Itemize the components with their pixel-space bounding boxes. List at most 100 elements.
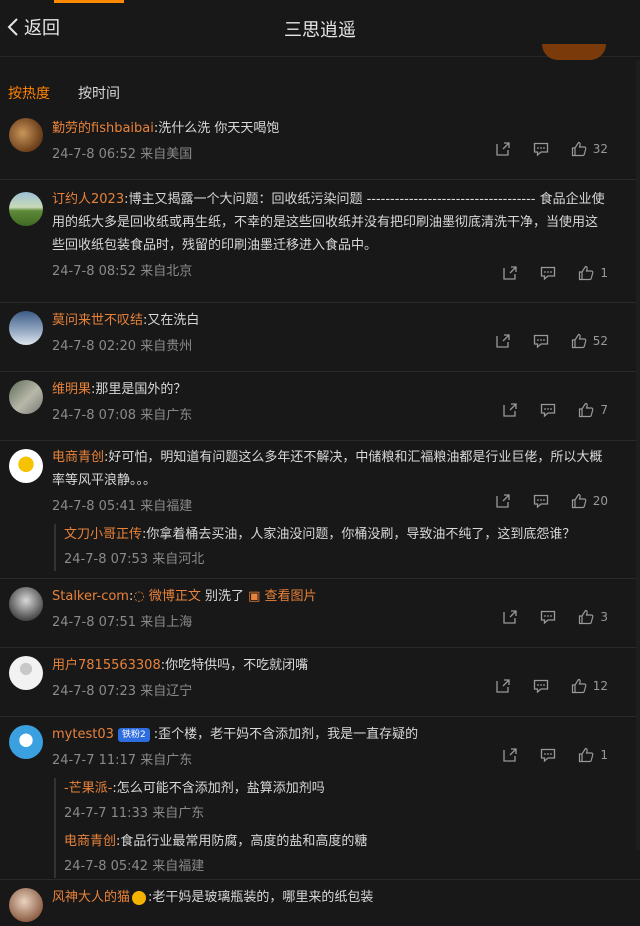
like-button[interactable]: 1 [578,265,608,281]
comment-item: 风神大人的猫 :老干妈是玻璃瓶装的，哪里来的纸包装 [0,880,640,926]
reply-meta: 24-7-8 05:42 来自福建 [64,859,205,874]
like-button[interactable]: 20 [571,493,608,509]
thumbs-up-icon [579,609,594,625]
comment-username[interactable]: 订约人2023 [52,192,124,207]
comment-icon[interactable] [533,141,549,157]
thumbs-up-icon [579,402,594,418]
comment-item: 用户7815563308:你吃特供吗，不吃就闭嘴 24-7-8 07:23 来自… [0,648,640,717]
comment-username[interactable]: Stalker-com [52,589,129,604]
comment-icon[interactable] [540,402,556,418]
avatar[interactable] [9,192,43,226]
reply-item: 文刀小哥正传:你拿着桶去买油，人家油没问题，你桶没刷，导致油不纯了，这到底怨谁？… [64,524,608,571]
share-icon[interactable] [495,333,511,349]
thumbs-up-icon [579,265,594,281]
avatar[interactable] [9,888,43,922]
thumbs-up-icon [571,141,587,157]
comment-icon[interactable] [533,333,549,349]
tab-hot[interactable]: 按热度 [8,83,50,103]
comment-username[interactable]: 风神大人的猫 [52,890,130,905]
weibo-link-label: 微博正文 [148,589,201,604]
like-count: 52 [592,334,608,348]
like-button[interactable]: 3 [578,609,608,625]
like-button[interactable]: 7 [578,402,608,418]
reply-thread: -芒果派-:怎么可能不含添加剂，盐算添加剂吗 24-7-7 11:33 来自广东… [54,778,608,878]
avatar[interactable] [9,656,43,690]
avatar[interactable] [9,118,43,152]
comment-list: 勤劳的fishbaibai:洗什么洗 你天天喝饱 24-7-8 06:52 来自… [0,110,640,926]
comment-text: :你吃特供吗，不吃就闭嘴 [160,658,309,673]
comment-username[interactable]: 莫问来世不叹结 [52,313,143,328]
like-button[interactable]: 12 [571,678,608,694]
like-count: 1 [600,266,608,280]
comment-icon[interactable] [540,265,556,281]
floating-action-button[interactable] [542,44,606,60]
comment-text: :洗什么洗 你天天喝饱 [153,121,280,136]
comment-item: mytest03 铁粉2:歪个楼，老干妈不含添加剂，我是一直存疑的 24-7-7… [0,717,640,880]
comment-text: :老干妈是玻璃瓶装的，哪里来的纸包装 [148,890,374,905]
like-button[interactable]: 52 [571,333,608,349]
reply-text: :食品行业最常用防腐，高度的盐和高度的糖 [116,834,368,849]
comment-item: 维明果:那里是国外的？ 24-7-8 07:08 来自广东 7 [0,372,640,441]
reply-thread: 文刀小哥正传:你拿着桶去买油，人家油没问题，你桶没刷，导致油不纯了，这到底怨谁？… [54,524,608,571]
reply-meta: 24-7-8 07:53 来自河北 [64,552,205,567]
comment-text: :那里是国外的？ [91,382,187,397]
comment-username[interactable]: 勤劳的fishbaibai [52,121,154,136]
comment-username[interactable]: 维明果 [52,382,91,397]
share-icon[interactable] [495,678,511,694]
thumbs-up-icon [571,493,587,509]
comment-icon[interactable] [540,747,556,763]
thumbs-up-icon [571,678,587,694]
comment-text-mid: 别洗了 [200,589,249,604]
like-count: 20 [592,494,608,508]
comment-text: :歪个楼，老干妈不含添加剂，我是一直存疑的 [153,727,419,742]
comment-item: 电商青创:好可怕，明知道有问题这么多年还不解决，中储粮和汇福粮油都是行业巨佬，所… [0,441,640,579]
like-count: 3 [600,610,608,624]
share-icon[interactable] [495,141,511,157]
comment-icon[interactable] [533,678,549,694]
like-button[interactable]: 32 [571,141,608,157]
comment-username[interactable]: mytest03 [52,727,114,742]
comment-text: :博主又揭露一个大问题：回收纸污染问题 --------------------… [52,192,605,253]
view-image-label: 查看图片 [264,589,317,604]
share-icon[interactable] [502,265,518,281]
fan-badge: 铁粉2 [118,727,150,742]
weibo-link[interactable]: ◌ 微博正文 [133,589,201,604]
avatar[interactable] [9,587,43,621]
avatar[interactable] [9,311,43,345]
share-icon[interactable] [502,747,518,763]
like-button[interactable]: 1 [578,747,608,763]
like-count: 32 [592,142,608,156]
comment-username[interactable]: 电商青创 [52,450,104,465]
reply-text: :怎么可能不含添加剂，盐算添加剂吗 [112,781,325,796]
reply-item: -芒果派-:怎么可能不含添加剂，盐算添加剂吗 24-7-7 11:33 来自广东 [64,778,608,825]
share-icon[interactable] [495,493,511,509]
like-count: 1 [600,748,608,762]
scrollbar[interactable] [636,60,640,850]
share-icon[interactable] [502,402,518,418]
view-image-link[interactable]: ▣ 查看图片 [248,589,316,604]
comment-icon[interactable] [533,493,549,509]
reply-username[interactable]: -芒果派- [64,781,112,796]
thumbs-up-icon [571,333,587,349]
top-accent-bar [54,0,124,3]
avatar[interactable] [9,380,43,414]
comment-icon[interactable] [540,609,556,625]
comment-text: :又在洗白 [143,313,200,328]
comment-item: 勤劳的fishbaibai:洗什么洗 你天天喝饱 24-7-8 06:52 来自… [0,110,640,180]
page-title: 三思逍遥 [284,20,356,41]
like-count: 12 [592,679,608,693]
share-icon[interactable] [502,609,518,625]
reply-username[interactable]: 文刀小哥正传 [64,527,142,542]
reply-meta: 24-7-7 11:33 来自广东 [64,806,205,821]
crown-icon [132,890,147,905]
comment-item: 订约人2023:博主又揭露一个大问题：回收纸污染问题 -------------… [0,180,640,303]
tab-time[interactable]: 按时间 [78,83,120,103]
avatar[interactable] [9,725,43,759]
comment-username[interactable]: 用户7815563308 [52,658,161,673]
avatar[interactable] [9,449,43,483]
comment-text: :好可怕，明知道有问题这么多年还不解决，中储粮和汇福粮油都是行业巨佬，所以大概率… [52,450,603,488]
reply-text: :你拿着桶去买油，人家油没问题，你桶没刷，导致油不纯了，这到底怨谁？ [142,527,576,542]
reply-username[interactable]: 电商青创 [64,834,116,849]
comment-item: Stalker-com:◌ 微博正文 别洗了 ▣ 查看图片 24-7-8 07:… [0,579,640,648]
comment-item: 莫问来世不叹结:又在洗白 24-7-8 02:20 来自贵州 52 [0,303,640,372]
